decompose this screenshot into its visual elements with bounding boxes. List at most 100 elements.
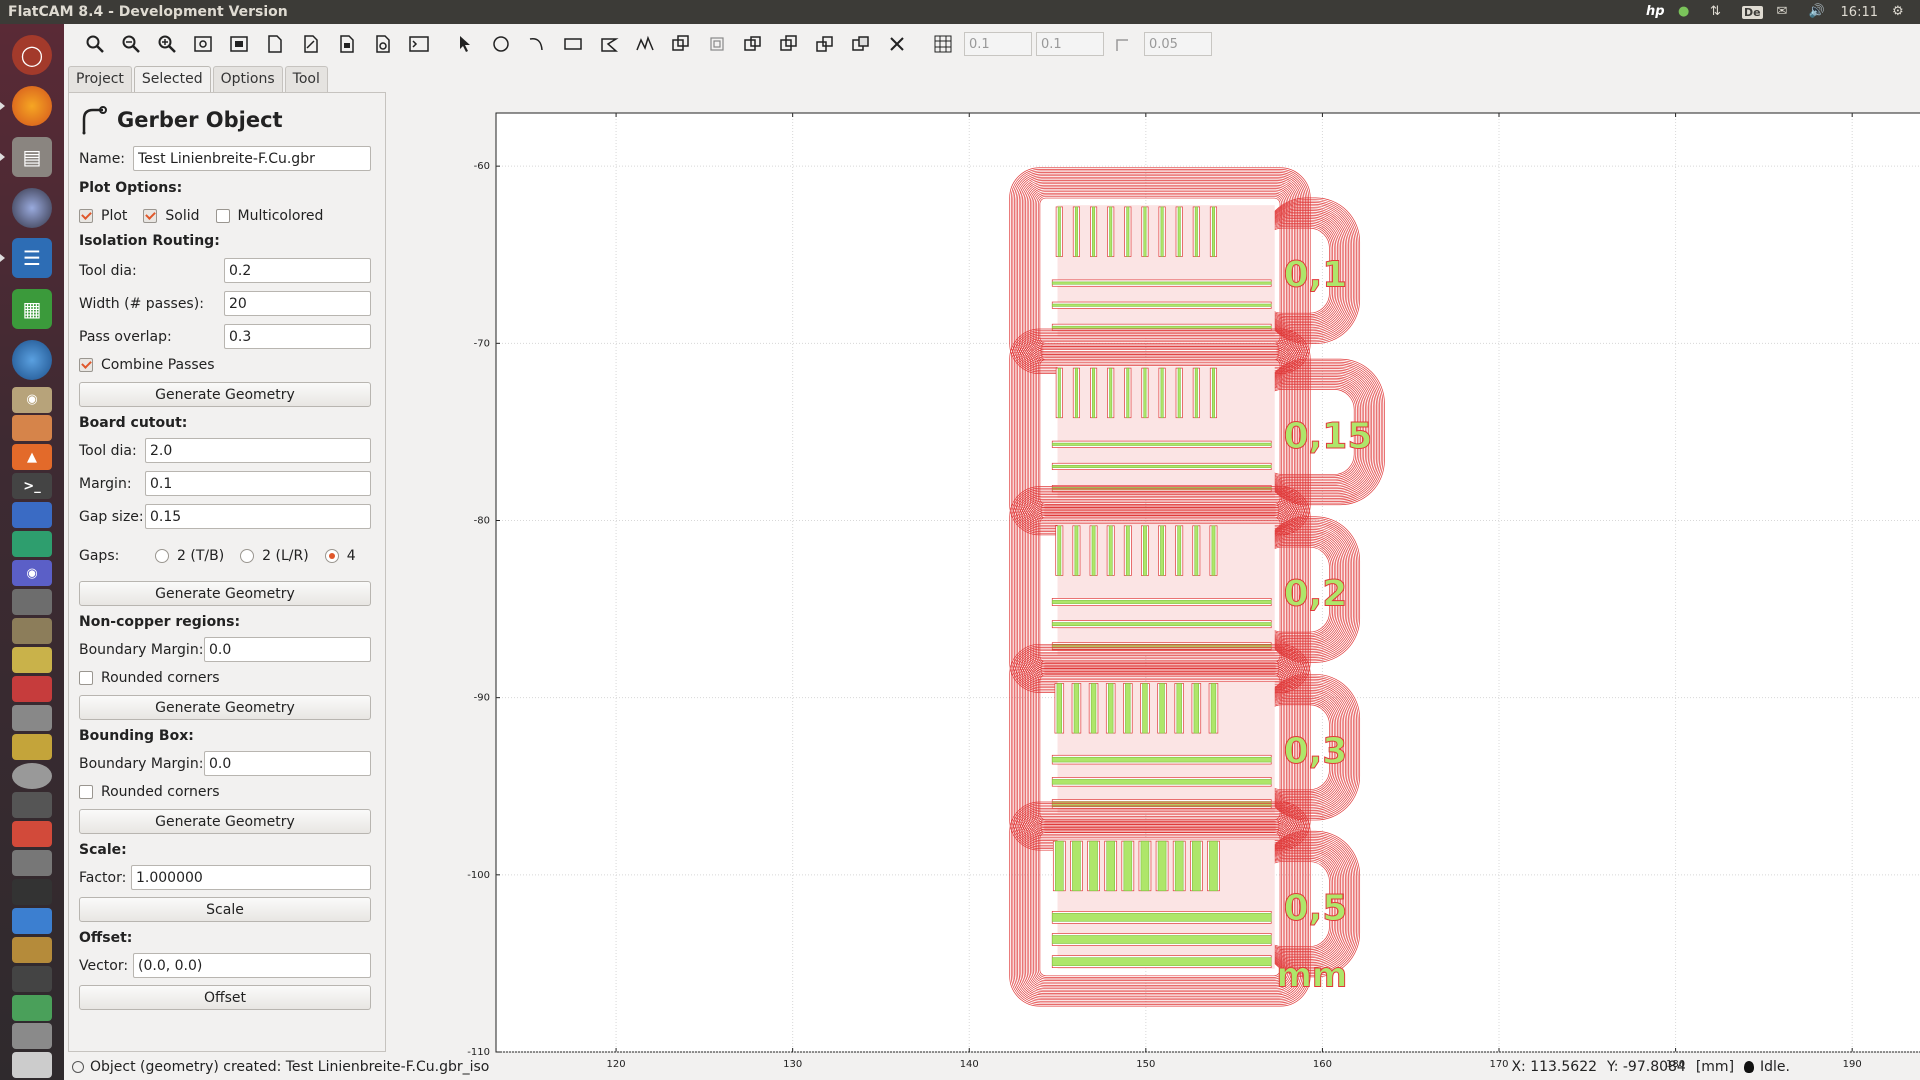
launcher-app-22[interactable] <box>6 994 58 1021</box>
bbox-generate-geometry-button[interactable]: Generate Geometry <box>79 809 371 834</box>
launcher-app-16[interactable] <box>6 820 58 847</box>
launcher-app-17[interactable] <box>6 849 58 876</box>
tab-selected[interactable]: Selected <box>133 66 211 92</box>
plot-area[interactable]: 120 130 140 150 160 170 180 190 -60 -70 -80 -90 -100… <box>434 88 1920 1080</box>
polygon-tool-button[interactable] <box>594 29 624 59</box>
arc-tool-button[interactable] <box>522 29 552 59</box>
launcher-app-19[interactable] <box>6 907 58 934</box>
launcher-app-10[interactable] <box>6 647 58 674</box>
shield-icon[interactable]: ● <box>1678 4 1696 20</box>
grid-snap-button[interactable] <box>928 29 958 59</box>
margin-input[interactable] <box>145 471 371 496</box>
bb-boundary-input[interactable] <box>204 751 371 776</box>
plot-canvas[interactable]: 120 130 140 150 160 170 180 190-60-70-80-90-100… <box>434 88 1920 1080</box>
zoom-fit-button[interactable] <box>80 29 110 59</box>
launcher-app-1[interactable]: ◉ <box>6 386 58 413</box>
launcher-writer[interactable]: ☰ <box>0 235 58 282</box>
union-tool-button[interactable] <box>738 29 768 59</box>
launcher-dash[interactable]: ◯ <box>6 32 58 79</box>
launcher-calc[interactable]: ▦ <box>6 286 58 333</box>
tab-project[interactable]: Project <box>68 66 132 92</box>
launcher-app-8[interactable] <box>6 589 58 616</box>
intersection-tool-button[interactable] <box>774 29 804 59</box>
replot-button[interactable] <box>224 29 254 59</box>
nc-boundary-input[interactable] <box>204 637 371 662</box>
launcher-app-20[interactable] <box>6 936 58 963</box>
path-tool-button[interactable] <box>630 29 660 59</box>
rectangle-tool-button[interactable] <box>558 29 588 59</box>
launcher-app-14[interactable] <box>6 762 58 789</box>
launcher-app-5[interactable] <box>6 502 58 529</box>
hp-icon[interactable]: hp <box>1646 4 1665 20</box>
noncopper-generate-geometry-button[interactable]: Generate Geometry <box>79 695 371 720</box>
keyboard-layout-indicator[interactable]: De <box>1741 5 1763 19</box>
select-tool-button[interactable] <box>450 29 480 59</box>
launcher-app-15[interactable] <box>6 791 58 818</box>
launcher-app-23[interactable] <box>6 1023 58 1050</box>
mail-icon[interactable]: ✉ <box>1777 4 1795 20</box>
clear-plot-button[interactable] <box>188 29 218 59</box>
delete-shape-button[interactable] <box>882 29 912 59</box>
width-passes-input[interactable] <box>224 291 371 316</box>
launcher-thunderbird[interactable] <box>6 336 58 383</box>
move-tool-button[interactable] <box>666 29 696 59</box>
factor-input[interactable] <box>131 865 371 890</box>
iso-tool-dia-input[interactable] <box>224 258 371 283</box>
grid-x-input[interactable] <box>964 32 1032 56</box>
launcher-app-6[interactable] <box>6 531 58 558</box>
gap-size-input[interactable] <box>145 504 371 529</box>
solid-checkbox[interactable]: Solid <box>143 208 200 224</box>
launcher-app-3[interactable]: ▲ <box>6 444 58 471</box>
cutpath-tool-button[interactable] <box>846 29 876 59</box>
vector-input[interactable] <box>133 953 371 978</box>
volume-icon[interactable]: 🔊 <box>1809 4 1827 20</box>
gap-4-radio[interactable]: 4 <box>324 548 356 564</box>
launcher-app-18[interactable] <box>6 878 58 905</box>
launcher-app-7[interactable]: ◉ <box>6 560 58 587</box>
gap-lr-radio[interactable]: 2 (L/R) <box>240 548 309 564</box>
iso-generate-geometry-button[interactable]: Generate Geometry <box>79 382 371 407</box>
tab-options[interactable]: Options <box>212 66 283 92</box>
offset-button[interactable]: Offset <box>79 985 371 1010</box>
new-geometry-button[interactable] <box>260 29 290 59</box>
cut-tool-dia-input[interactable] <box>145 438 371 463</box>
launcher-app-12[interactable] <box>6 704 58 732</box>
grid-y-input[interactable] <box>1036 32 1104 56</box>
launcher-app-13[interactable] <box>6 733 58 760</box>
shell-button[interactable] <box>404 29 434 59</box>
gear-icon[interactable]: ⚙ <box>1892 4 1910 20</box>
launcher-app-4[interactable]: >_ <box>6 473 58 500</box>
plot-checkbox[interactable]: Plot <box>79 208 127 224</box>
launcher-firefox[interactable] <box>0 83 58 130</box>
launcher-app-21[interactable] <box>6 965 58 992</box>
corner-snap-button[interactable] <box>1108 29 1138 59</box>
nc-rounded-checkbox[interactable]: Rounded corners <box>79 670 220 686</box>
cutout-generate-geometry-button[interactable]: Generate Geometry <box>79 581 371 606</box>
name-input[interactable] <box>133 146 371 171</box>
network-icon[interactable]: ⇅ <box>1710 4 1728 20</box>
launcher-app-9[interactable] <box>6 618 58 645</box>
update-geometry-button[interactable] <box>332 29 362 59</box>
copy-tool-button[interactable] <box>702 29 732 59</box>
multicolored-checkbox[interactable]: Multicolored <box>215 208 323 224</box>
gap-tb-radio[interactable]: 2 (T/B) <box>155 548 224 564</box>
pass-overlap-input[interactable] <box>224 324 371 349</box>
scale-button[interactable]: Scale <box>79 897 371 922</box>
circle-tool-button[interactable] <box>486 29 516 59</box>
launcher-files[interactable]: ▤ <box>0 133 58 180</box>
zoom-in-button[interactable] <box>152 29 182 59</box>
launcher-camera[interactable] <box>6 184 58 231</box>
snap-max-input[interactable] <box>1144 32 1212 56</box>
clock[interactable]: 16:11 <box>1841 5 1878 20</box>
combine-passes-checkbox[interactable]: Combine Passes <box>79 357 215 373</box>
bb-rounded-checkbox[interactable]: Rounded corners <box>79 784 220 800</box>
delete-object-button[interactable] <box>368 29 398 59</box>
launcher-app-24[interactable] <box>6 1052 58 1079</box>
edit-geometry-button[interactable] <box>296 29 326 59</box>
launcher-app-11[interactable] <box>6 676 58 703</box>
zoom-out-button[interactable] <box>116 29 146 59</box>
launcher-app-2[interactable] <box>6 415 58 442</box>
tab-tool[interactable]: Tool <box>284 66 328 92</box>
subtract-tool-button[interactable] <box>810 29 840 59</box>
copper-trace-vertical <box>1160 367 1164 419</box>
